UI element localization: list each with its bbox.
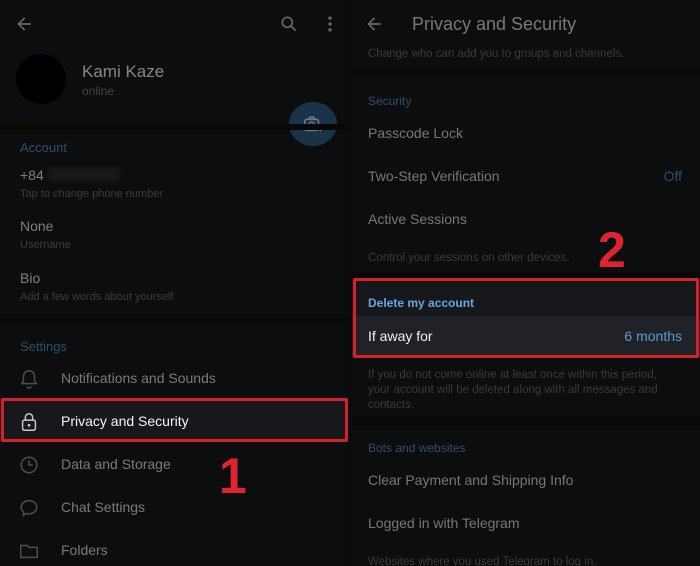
menu-label: Folders: [61, 542, 108, 558]
username-value[interactable]: None: [20, 218, 53, 234]
logged-in-subtitle: Websites where you used Telegram to log …: [368, 556, 597, 566]
top-bar: [0, 0, 348, 48]
chat-bubble-icon: [20, 499, 38, 517]
settings-section-title: Settings: [20, 339, 67, 354]
menu-label: Notifications and Sounds: [61, 370, 216, 386]
bots-section-title: Bots and websites: [368, 441, 466, 455]
bell-icon: [20, 370, 38, 389]
highlight-box: [1, 398, 348, 442]
page-title: Privacy and Security: [412, 14, 577, 34]
delete-account-note: If you do not come online at least once …: [368, 369, 658, 411]
phone-number[interactable]: +84: [20, 167, 44, 183]
phone-blur: [48, 167, 120, 181]
menu-folders[interactable]: Folders: [0, 529, 348, 566]
clear-payment-item[interactable]: Clear Payment and Shipping Info: [368, 472, 573, 488]
menu-chat-settings[interactable]: Chat Settings: [0, 486, 348, 528]
bio-subtitle: Add a few words about yourself: [20, 291, 174, 303]
highlight-box: [353, 278, 699, 358]
phone-subtitle: Tap to change phone number: [20, 188, 164, 200]
section-divider: [352, 68, 700, 78]
section-divider: [0, 124, 348, 130]
account-section-title: Account: [20, 140, 67, 155]
security-section-title: Security: [368, 94, 412, 108]
menu-label: Chat Settings: [61, 499, 146, 515]
back-arrow-icon[interactable]: [6, 6, 42, 42]
profile-name: Kami Kaze: [82, 62, 165, 81]
passcode-lock-item[interactable]: Passcode Lock: [368, 125, 463, 141]
active-sessions-item[interactable]: Active Sessions: [368, 211, 467, 227]
username-subtitle: Username: [20, 239, 71, 251]
logged-in-telegram-item[interactable]: Logged in with Telegram: [368, 515, 520, 531]
privacy-security-screen: Privacy and Security Change who can add …: [352, 0, 700, 566]
clock-icon: [20, 456, 38, 474]
step-number-2: 2: [598, 222, 626, 278]
folder-icon: [20, 544, 38, 559]
bio-value[interactable]: Bio: [20, 270, 40, 286]
avatar[interactable]: [16, 54, 66, 104]
section-divider: [0, 318, 348, 324]
two-step-verification-item[interactable]: Two-Step Verification: [368, 168, 500, 184]
menu-label: Data and Storage: [61, 456, 171, 472]
two-step-value: Off: [663, 168, 682, 184]
section-divider: [352, 416, 700, 426]
search-icon[interactable]: [271, 6, 307, 42]
menu-data-storage[interactable]: Data and Storage: [0, 443, 348, 485]
step-number-1: 1: [219, 448, 247, 504]
groups-subtitle: Change who can add you to groups and cha…: [368, 48, 625, 60]
menu-notifications[interactable]: Notifications and Sounds: [0, 357, 348, 399]
back-arrow-icon[interactable]: [356, 6, 392, 42]
settings-screen: Kami Kaze online Account +84 Tap to chan…: [0, 0, 348, 566]
more-vertical-icon[interactable]: [312, 6, 348, 42]
profile-status: online: [82, 84, 115, 98]
